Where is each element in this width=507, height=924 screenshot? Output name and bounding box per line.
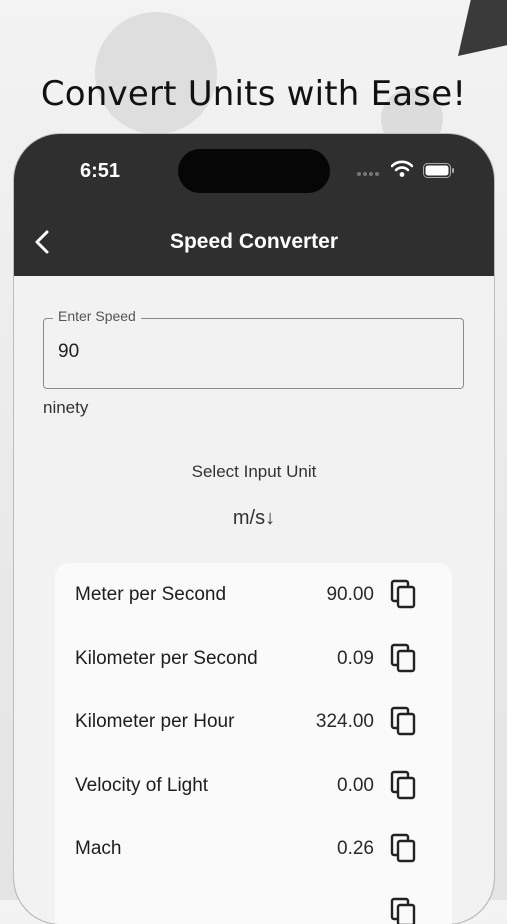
result-unit-name: Mach xyxy=(75,838,122,859)
converter-content: Enter Speed ninety Select Input Unit m/s… xyxy=(14,276,494,924)
app-bar: Speed Converter xyxy=(14,210,494,276)
result-unit-name: Meter per Second xyxy=(75,584,227,605)
select-unit-label: Select Input Unit xyxy=(191,462,317,481)
signal-icon xyxy=(357,172,381,176)
result-value: 0.00 xyxy=(337,775,374,796)
result-value: 324.00 xyxy=(315,711,374,732)
battery-icon xyxy=(423,163,454,178)
copy-icon[interactable] xyxy=(390,706,416,736)
promo-headline: Convert Units with Ease! xyxy=(40,74,467,114)
result-unit-name: Kilometer per Second xyxy=(75,648,258,669)
copy-icon[interactable] xyxy=(390,833,416,863)
status-bar: 6:51 xyxy=(14,134,494,210)
result-value: 90.00 xyxy=(326,584,374,605)
phone-frame: 6:51 Speed Converter Enter Speed ninety … xyxy=(14,134,494,924)
result-unit-name: Kilometer per Hour xyxy=(75,711,235,732)
copy-icon[interactable] xyxy=(390,770,416,800)
page-title: Speed Converter xyxy=(169,230,339,253)
result-unit-name: Velocity of Light xyxy=(75,775,209,796)
result-row-partial xyxy=(55,881,452,924)
results-card: Meter per Second 90.00 Kilometer per Sec… xyxy=(55,563,452,924)
result-row: Meter per Second 90.00 xyxy=(55,563,452,623)
copy-icon[interactable] xyxy=(390,897,416,924)
speed-input[interactable] xyxy=(58,341,438,363)
copy-icon[interactable] xyxy=(390,579,416,609)
input-unit-dropdown[interactable]: m/s↓ xyxy=(14,507,494,530)
copy-icon[interactable] xyxy=(390,643,416,673)
status-time: 6:51 xyxy=(80,160,121,182)
speed-input-label: Enter Speed xyxy=(53,308,141,324)
background-circle-large xyxy=(95,12,217,134)
result-row: Kilometer per Hour 324.00 xyxy=(55,690,452,750)
wifi-icon xyxy=(391,160,413,177)
result-row: Kilometer per Second 0.09 xyxy=(55,627,452,687)
result-value: 0.26 xyxy=(337,838,374,859)
speed-input-field[interactable]: Enter Speed xyxy=(43,308,464,389)
background-accent-shape xyxy=(458,0,507,56)
number-in-words: ninety xyxy=(43,398,89,417)
result-value: 0.09 xyxy=(337,648,374,669)
result-row: Mach 0.26 xyxy=(55,817,452,877)
dynamic-island xyxy=(178,149,330,193)
result-row: Velocity of Light 0.00 xyxy=(55,754,452,814)
